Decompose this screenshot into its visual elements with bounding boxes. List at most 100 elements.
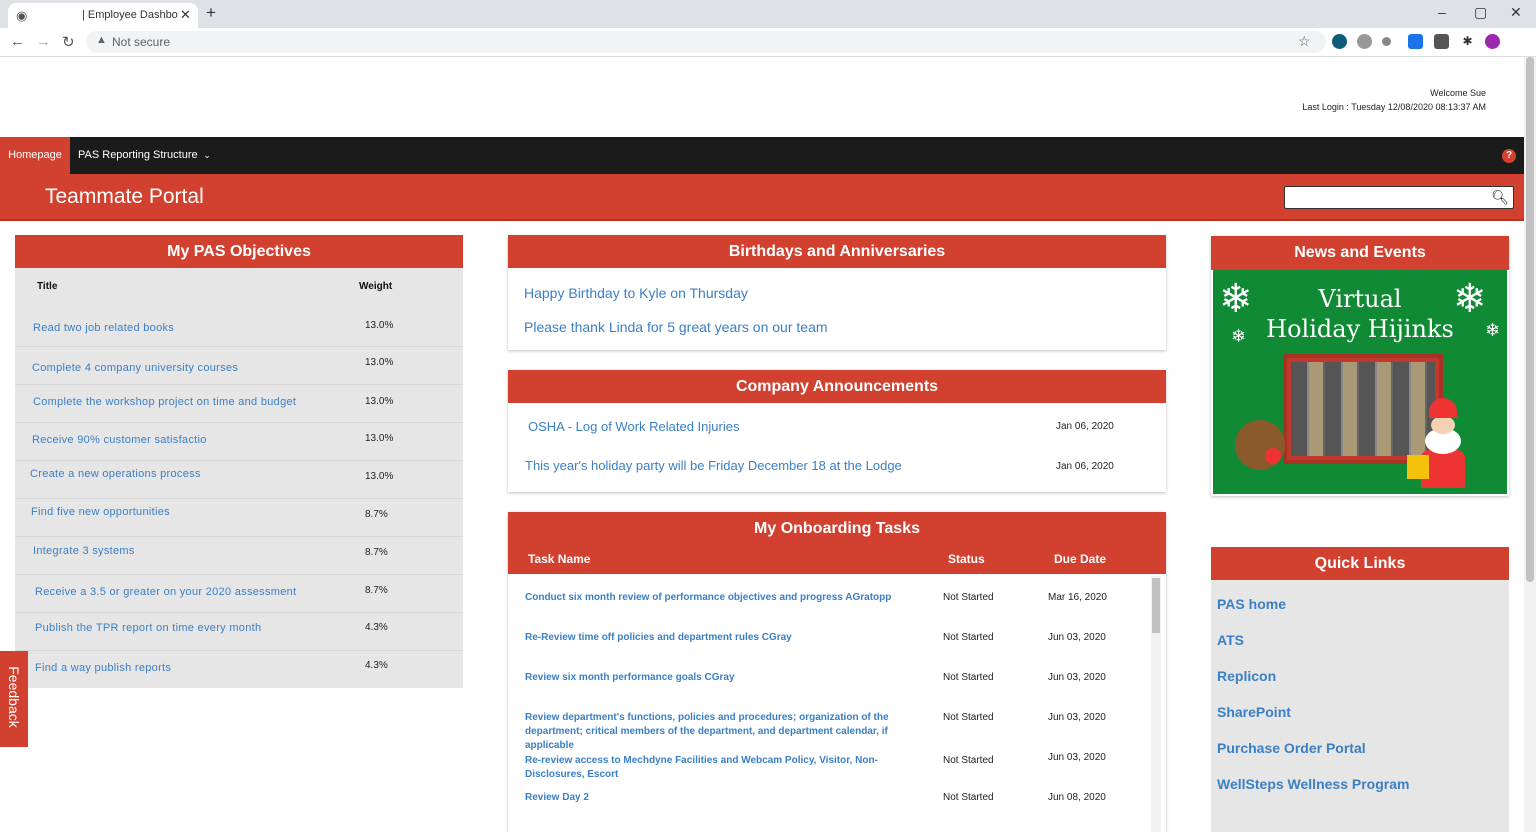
col-due-date: Due Date <box>1054 552 1107 566</box>
task-link[interactable]: Review Day 2 <box>525 791 915 805</box>
address-bar: ← → ↻ ▲ Not secure ☆ <box>0 28 1536 57</box>
onboarding-scrollbar[interactable] <box>1151 576 1161 832</box>
quick-links-panel: Quick Links PAS home ATS Replicon ShareP… <box>1211 547 1509 832</box>
minimize-icon[interactable]: – <box>1438 4 1446 20</box>
feedback-tab[interactable]: Feedback <box>0 651 28 747</box>
announcement-link[interactable]: This year's holiday party will be Friday… <box>525 458 902 473</box>
objective-link[interactable]: Find five new opportunities <box>31 506 170 518</box>
banner-line2: Holiday Hijinks <box>1266 315 1454 343</box>
task-link[interactable]: Review six month performance goals CGray <box>525 671 915 685</box>
welcome-info: Welcome Sue Last Login : Tuesday 12/08/2… <box>1302 86 1486 114</box>
quick-links-title: Quick Links <box>1211 547 1509 580</box>
quick-link[interactable]: WellSteps Wellness Program <box>1217 776 1409 792</box>
pas-objectives-panel: My PAS Objectives Title Weight Read two … <box>15 235 463 688</box>
table-row: Receive 90% customer satisfactio 13.0% <box>15 423 463 461</box>
announcement-link[interactable]: OSHA - Log of Work Related Injuries <box>528 419 739 434</box>
objective-link[interactable]: Receive a 3.5 or greater on your 2020 as… <box>35 586 296 598</box>
task-due: Jun 03, 2020 <box>1048 752 1106 763</box>
new-tab-button[interactable]: + <box>206 3 216 23</box>
task-link[interactable]: Re-review access to Mechdyne Facilities … <box>525 754 905 782</box>
extension-icon[interactable] <box>1408 34 1423 49</box>
objective-link[interactable]: Integrate 3 systems <box>33 545 135 557</box>
help-icon[interactable]: ? <box>1502 149 1516 163</box>
objective-link[interactable]: Complete 4 company university courses <box>32 362 238 374</box>
quick-link[interactable]: Purchase Order Portal <box>1217 740 1366 756</box>
reindeer-nose <box>1265 448 1281 464</box>
task-link[interactable]: Review department's functions, policies … <box>525 711 915 753</box>
reload-icon[interactable]: ↻ <box>62 33 75 51</box>
objective-weight: 8.7% <box>365 509 388 520</box>
star-icon[interactable]: ☆ <box>1298 33 1311 50</box>
nav-homepage[interactable]: Homepage <box>0 137 70 174</box>
objective-link[interactable]: Publish the TPR report on time every mon… <box>35 622 261 634</box>
security-label: Not secure <box>112 35 171 49</box>
anniversary-item[interactable]: Please thank Linda for 5 great years on … <box>524 319 828 335</box>
news-title: News and Events <box>1211 236 1509 270</box>
quick-link[interactable]: Replicon <box>1217 668 1276 684</box>
browser-tab-bar: ◉ | Employee Dashboard ✕ + – ▢ ✕ <box>0 0 1536 28</box>
url-field[interactable]: ▲ Not secure <box>86 31 1326 53</box>
extension-icon[interactable] <box>1357 34 1372 49</box>
extension-icon[interactable] <box>1382 37 1391 46</box>
window-close-icon[interactable]: ✕ <box>1510 4 1522 21</box>
portal-header: Teammate Portal 🔍︎ <box>0 174 1524 221</box>
banner-heading: Virtual Holiday Hijinks <box>1213 284 1507 344</box>
back-icon[interactable]: ← <box>10 33 25 50</box>
objective-link[interactable]: Read two job related books <box>33 322 174 334</box>
birthday-item[interactable]: Happy Birthday to Kyle on Thursday <box>524 285 748 301</box>
search-icon[interactable]: 🔍︎ <box>1491 189 1509 206</box>
onboarding-panel: My Onboarding Tasks Task Name Status Due… <box>508 512 1166 832</box>
santa-hat <box>1429 398 1457 418</box>
objective-weight: 4.3% <box>365 660 388 671</box>
task-link[interactable]: Conduct six month review of performance … <box>525 591 915 605</box>
objective-link[interactable]: Complete the workshop project on time an… <box>33 396 296 408</box>
santa-face <box>1431 416 1455 434</box>
nav-pas-reporting[interactable]: PAS Reporting Structure ⌄ <box>78 137 211 174</box>
scrollbar-thumb[interactable] <box>1526 57 1534 582</box>
task-due: Jun 03, 2020 <box>1048 632 1106 643</box>
avatar[interactable] <box>1485 34 1500 49</box>
holiday-banner[interactable]: ❄ ❄ ❄ ❄ Virtual Holiday Hijinks <box>1213 270 1507 494</box>
col-title: Title <box>37 281 58 292</box>
gift-icon <box>1407 455 1429 479</box>
objective-weight: 13.0% <box>365 357 394 368</box>
forward-icon[interactable]: → <box>36 33 51 50</box>
table-row: Publish the TPR report on time every mon… <box>15 613 463 651</box>
browser-tab[interactable]: ◉ | Employee Dashboard ✕ <box>8 3 198 28</box>
birthdays-panel: Birthdays and Anniversaries Happy Birthd… <box>508 235 1166 350</box>
top-nav: Homepage PAS Reporting Structure ⌄ ? <box>0 137 1524 174</box>
objective-link[interactable]: Create a new operations process <box>30 468 201 480</box>
table-row: Integrate 3 systems 8.7% <box>15 537 463 575</box>
task-link[interactable]: Re-Review time off policies and departme… <box>525 631 915 645</box>
quick-link[interactable]: ATS <box>1217 632 1244 648</box>
objective-weight: 13.0% <box>365 320 394 331</box>
objective-weight: 13.0% <box>365 471 394 482</box>
chevron-down-icon: ⌄ <box>200 150 211 160</box>
task-status: Not Started <box>943 792 994 803</box>
quick-link[interactable]: SharePoint <box>1217 704 1291 720</box>
tab-close-icon[interactable]: ✕ <box>180 7 191 23</box>
extension-icon[interactable] <box>1434 34 1449 49</box>
announcements-title: Company Announcements <box>508 370 1166 403</box>
task-status: Not Started <box>943 592 994 603</box>
table-row: Complete the workshop project on time an… <box>15 385 463 423</box>
page-scrollbar[interactable] <box>1524 57 1536 832</box>
objective-link[interactable]: Receive 90% customer satisfactio <box>32 434 207 446</box>
objective-link[interactable]: Find a way publish reports <box>35 662 171 674</box>
announcements-panel: Company Announcements OSHA - Log of Work… <box>508 370 1166 492</box>
table-row: Find a way publish reports 4.3% <box>15 651 463 689</box>
objective-weight: 8.7% <box>365 585 388 596</box>
restore-icon[interactable]: ▢ <box>1474 4 1487 21</box>
quick-link[interactable]: PAS home <box>1217 596 1286 612</box>
task-status: Not Started <box>943 755 994 766</box>
table-row: Create a new operations process 13.0% <box>15 461 463 499</box>
task-status: Not Started <box>943 632 994 643</box>
puzzle-icon[interactable]: ✱ <box>1460 34 1475 49</box>
tab-title: | Employee Dashboard <box>82 9 178 21</box>
search-input[interactable]: 🔍︎ <box>1284 186 1514 209</box>
announcement-date: Jan 06, 2020 <box>1056 421 1114 432</box>
scrollbar-thumb[interactable] <box>1152 578 1160 633</box>
extension-icon[interactable] <box>1332 34 1347 49</box>
table-row: Find five new opportunities 8.7% <box>15 499 463 537</box>
col-task-name: Task Name <box>528 552 591 566</box>
